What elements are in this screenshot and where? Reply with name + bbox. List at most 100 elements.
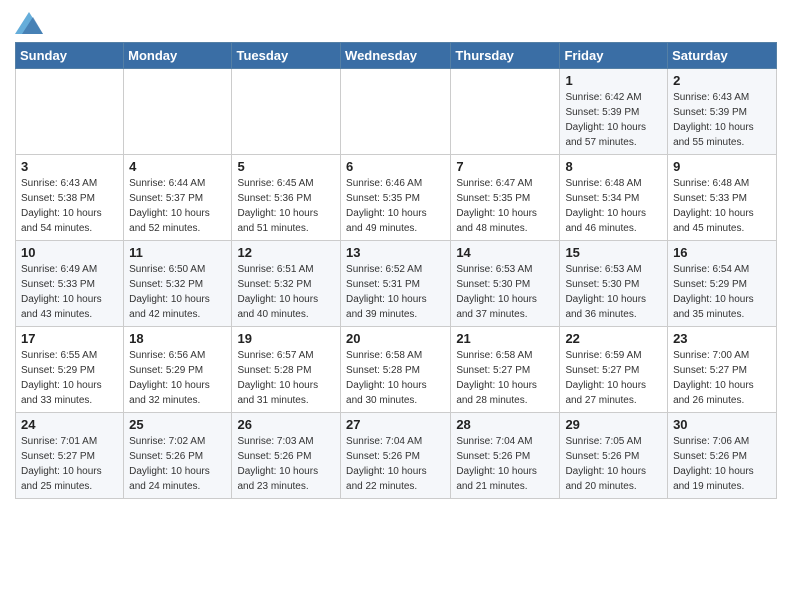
day-info: Sunrise: 7:06 AM Sunset: 5:26 PM Dayligh…: [673, 434, 771, 494]
calendar-cell: 9 Sunrise: 6:48 AM Sunset: 5:33 PM Daylig…: [668, 155, 777, 241]
day-number: 13: [346, 245, 445, 260]
calendar-cell: [16, 69, 124, 155]
day-number: 6: [346, 159, 445, 174]
week-row-2: 3 Sunrise: 6:43 AM Sunset: 5:38 PM Daylig…: [16, 155, 777, 241]
day-info: Sunrise: 6:54 AM Sunset: 5:29 PM Dayligh…: [673, 262, 771, 322]
calendar-cell: 17 Sunrise: 6:55 AM Sunset: 5:29 PM Dayli…: [16, 327, 124, 413]
day-number: 2: [673, 73, 771, 88]
day-number: 20: [346, 331, 445, 346]
calendar-cell: 15Sunrise: 6:53 AM Sunset: 5:30 PM Dayli…: [560, 241, 668, 327]
day-info: Sunrise: 6:50 AM Sunset: 5:32 PM Dayligh…: [129, 262, 226, 322]
logo-icon: [15, 12, 43, 34]
day-info: Sunrise: 7:05 AM Sunset: 5:26 PM Dayligh…: [565, 434, 662, 494]
weekday-header-monday: Monday: [124, 43, 232, 69]
page: SundayMondayTuesdayWednesdayThursdayFrid…: [0, 0, 792, 509]
header: [15, 10, 777, 34]
calendar-cell: [232, 69, 341, 155]
day-info: Sunrise: 6:49 AM Sunset: 5:33 PM Dayligh…: [21, 262, 118, 322]
day-info: Sunrise: 6:58 AM Sunset: 5:27 PM Dayligh…: [456, 348, 554, 408]
calendar-cell: 6 Sunrise: 6:46 AM Sunset: 5:35 PM Daylig…: [341, 155, 451, 241]
calendar-cell: 5Sunrise: 6:45 AM Sunset: 5:36 PM Daylig…: [232, 155, 341, 241]
calendar-cell: 20 Sunrise: 6:58 AM Sunset: 5:28 PM Dayli…: [341, 327, 451, 413]
calendar-cell: 8 Sunrise: 6:48 AM Sunset: 5:34 PM Daylig…: [560, 155, 668, 241]
calendar-cell: 23 Sunrise: 7:00 AM Sunset: 5:27 PM Dayli…: [668, 327, 777, 413]
day-number: 8: [565, 159, 662, 174]
week-row-5: 24 Sunrise: 7:01 AM Sunset: 5:27 PM Dayli…: [16, 413, 777, 499]
calendar: SundayMondayTuesdayWednesdayThursdayFrid…: [15, 42, 777, 499]
calendar-cell: 26 Sunrise: 7:03 AM Sunset: 5:26 PM Dayli…: [232, 413, 341, 499]
day-number: 29: [565, 417, 662, 432]
day-number: 14: [456, 245, 554, 260]
calendar-cell: [451, 69, 560, 155]
day-number: 17: [21, 331, 118, 346]
calendar-cell: 14Sunrise: 6:53 AM Sunset: 5:30 PM Dayli…: [451, 241, 560, 327]
week-row-4: 17 Sunrise: 6:55 AM Sunset: 5:29 PM Dayli…: [16, 327, 777, 413]
calendar-cell: 21 Sunrise: 6:58 AM Sunset: 5:27 PM Dayli…: [451, 327, 560, 413]
day-info: Sunrise: 6:46 AM Sunset: 5:35 PM Dayligh…: [346, 176, 445, 236]
day-info: Sunrise: 6:51 AM Sunset: 5:32 PM Dayligh…: [237, 262, 335, 322]
day-number: 1: [565, 73, 662, 88]
day-info: Sunrise: 6:48 AM Sunset: 5:34 PM Dayligh…: [565, 176, 662, 236]
weekday-header-saturday: Saturday: [668, 43, 777, 69]
day-number: 28: [456, 417, 554, 432]
calendar-cell: 19 Sunrise: 6:57 AM Sunset: 5:28 PM Dayli…: [232, 327, 341, 413]
calendar-cell: [124, 69, 232, 155]
day-info: Sunrise: 6:48 AM Sunset: 5:33 PM Dayligh…: [673, 176, 771, 236]
day-number: 24: [21, 417, 118, 432]
day-info: Sunrise: 6:57 AM Sunset: 5:28 PM Dayligh…: [237, 348, 335, 408]
calendar-cell: 30 Sunrise: 7:06 AM Sunset: 5:26 PM Dayli…: [668, 413, 777, 499]
day-number: 30: [673, 417, 771, 432]
day-info: Sunrise: 7:02 AM Sunset: 5:26 PM Dayligh…: [129, 434, 226, 494]
day-number: 19: [237, 331, 335, 346]
calendar-cell: 22Sunrise: 6:59 AM Sunset: 5:27 PM Dayli…: [560, 327, 668, 413]
day-info: Sunrise: 7:00 AM Sunset: 5:27 PM Dayligh…: [673, 348, 771, 408]
calendar-cell: 2Sunrise: 6:43 AM Sunset: 5:39 PM Daylig…: [668, 69, 777, 155]
day-number: 12: [237, 245, 335, 260]
day-info: Sunrise: 7:04 AM Sunset: 5:26 PM Dayligh…: [346, 434, 445, 494]
day-number: 23: [673, 331, 771, 346]
calendar-cell: 18 Sunrise: 6:56 AM Sunset: 5:29 PM Dayli…: [124, 327, 232, 413]
weekday-header-sunday: Sunday: [16, 43, 124, 69]
weekday-header-wednesday: Wednesday: [341, 43, 451, 69]
day-number: 9: [673, 159, 771, 174]
day-number: 3: [21, 159, 118, 174]
day-number: 26: [237, 417, 335, 432]
day-number: 18: [129, 331, 226, 346]
day-info: Sunrise: 6:53 AM Sunset: 5:30 PM Dayligh…: [565, 262, 662, 322]
week-row-1: 1 Sunrise: 6:42 AM Sunset: 5:39 PM Daylig…: [16, 69, 777, 155]
calendar-cell: 11 Sunrise: 6:50 AM Sunset: 5:32 PM Dayli…: [124, 241, 232, 327]
day-info: Sunrise: 6:45 AM Sunset: 5:36 PM Dayligh…: [237, 176, 335, 236]
calendar-cell: 7Sunrise: 6:47 AM Sunset: 5:35 PM Daylig…: [451, 155, 560, 241]
day-number: 7: [456, 159, 554, 174]
calendar-cell: 3 Sunrise: 6:43 AM Sunset: 5:38 PM Daylig…: [16, 155, 124, 241]
day-info: Sunrise: 6:43 AM Sunset: 5:38 PM Dayligh…: [21, 176, 118, 236]
calendar-cell: [341, 69, 451, 155]
calendar-cell: 27 Sunrise: 7:04 AM Sunset: 5:26 PM Dayli…: [341, 413, 451, 499]
day-number: 25: [129, 417, 226, 432]
day-info: Sunrise: 7:03 AM Sunset: 5:26 PM Dayligh…: [237, 434, 335, 494]
day-info: Sunrise: 6:56 AM Sunset: 5:29 PM Dayligh…: [129, 348, 226, 408]
day-info: Sunrise: 6:42 AM Sunset: 5:39 PM Dayligh…: [565, 90, 662, 150]
calendar-cell: 25 Sunrise: 7:02 AM Sunset: 5:26 PM Dayli…: [124, 413, 232, 499]
calendar-cell: 24 Sunrise: 7:01 AM Sunset: 5:27 PM Dayli…: [16, 413, 124, 499]
day-number: 16: [673, 245, 771, 260]
day-info: Sunrise: 7:01 AM Sunset: 5:27 PM Dayligh…: [21, 434, 118, 494]
day-number: 10: [21, 245, 118, 260]
day-info: Sunrise: 6:55 AM Sunset: 5:29 PM Dayligh…: [21, 348, 118, 408]
day-info: Sunrise: 6:52 AM Sunset: 5:31 PM Dayligh…: [346, 262, 445, 322]
day-number: 27: [346, 417, 445, 432]
calendar-cell: 4 Sunrise: 6:44 AM Sunset: 5:37 PM Daylig…: [124, 155, 232, 241]
calendar-cell: 16 Sunrise: 6:54 AM Sunset: 5:29 PM Dayli…: [668, 241, 777, 327]
weekday-header-thursday: Thursday: [451, 43, 560, 69]
day-number: 4: [129, 159, 226, 174]
calendar-cell: 29 Sunrise: 7:05 AM Sunset: 5:26 PM Dayli…: [560, 413, 668, 499]
day-info: Sunrise: 7:04 AM Sunset: 5:26 PM Dayligh…: [456, 434, 554, 494]
calendar-cell: 1 Sunrise: 6:42 AM Sunset: 5:39 PM Daylig…: [560, 69, 668, 155]
day-info: Sunrise: 6:44 AM Sunset: 5:37 PM Dayligh…: [129, 176, 226, 236]
day-number: 11: [129, 245, 226, 260]
day-info: Sunrise: 6:58 AM Sunset: 5:28 PM Dayligh…: [346, 348, 445, 408]
weekday-header-friday: Friday: [560, 43, 668, 69]
calendar-cell: 10 Sunrise: 6:49 AM Sunset: 5:33 PM Dayli…: [16, 241, 124, 327]
weekday-header-tuesday: Tuesday: [232, 43, 341, 69]
day-number: 21: [456, 331, 554, 346]
